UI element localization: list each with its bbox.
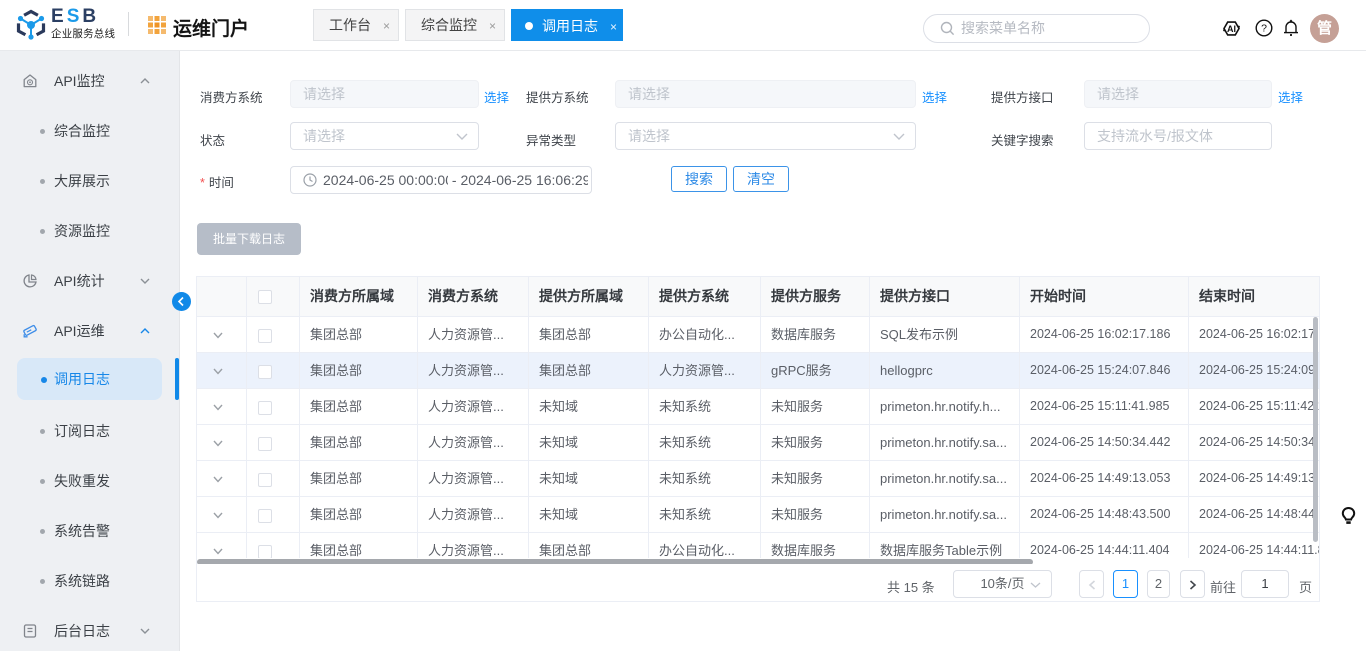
svg-text:?: ?	[1261, 23, 1267, 35]
svg-text:AI: AI	[1227, 24, 1236, 34]
